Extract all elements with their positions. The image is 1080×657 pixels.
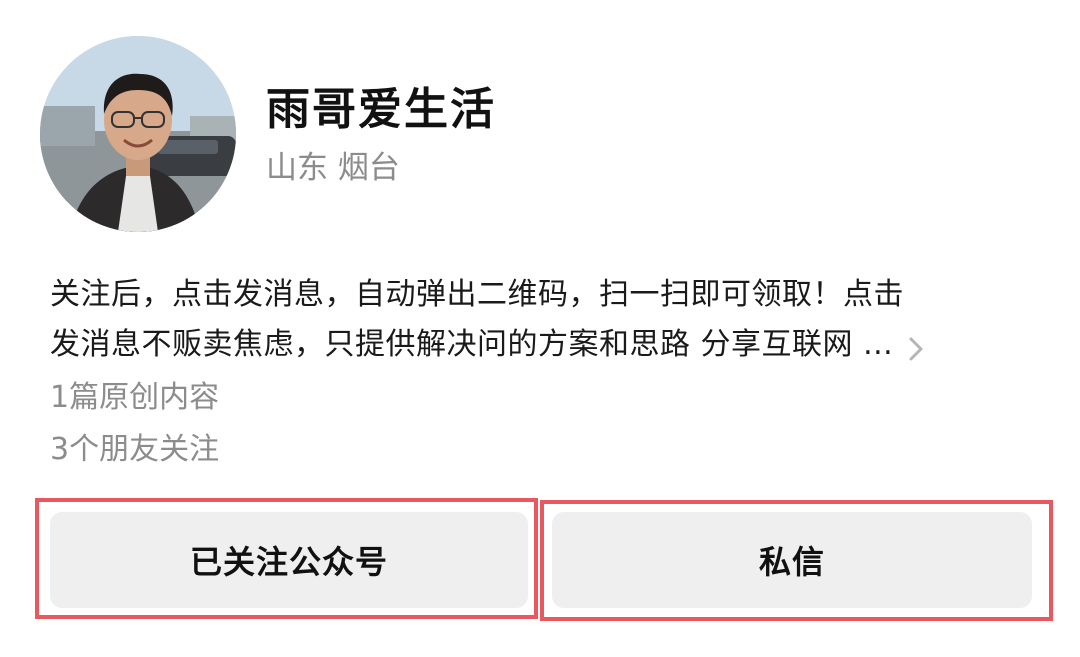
account-profile-card: 雨哥爱生活 山东 烟台 关注后，点击发消息，自动弹出二维码，扫一扫即可领取！点击… <box>0 0 1080 657</box>
original-content-count[interactable]: 1篇原创内容 <box>50 376 219 420</box>
account-name: 雨哥爱生活 <box>266 84 496 135</box>
bio-line-truncated: 发消息不贩卖焦虑，只提供解决问的方案和思路 分享互联网 ... <box>50 320 1030 370</box>
bio-line-text: 发消息不贩卖焦虑，只提供解决问的方案和思路 分享互联网 ... <box>50 327 894 362</box>
highlight-box-follow <box>35 498 538 619</box>
avatar[interactable] <box>40 36 236 232</box>
bio-line: 关注后，点击发消息，自动弹出二维码，扫一扫即可领取！点击 <box>50 277 904 312</box>
account-location: 山东 烟台 <box>266 150 400 186</box>
chevron-right-icon[interactable] <box>903 330 929 361</box>
account-bio[interactable]: 关注后，点击发消息，自动弹出二维码，扫一扫即可领取！点击 发消息不贩卖焦虑，只提… <box>50 270 1030 370</box>
highlight-box-message <box>540 500 1053 621</box>
friends-following-count[interactable]: 3个朋友关注 <box>50 428 219 472</box>
